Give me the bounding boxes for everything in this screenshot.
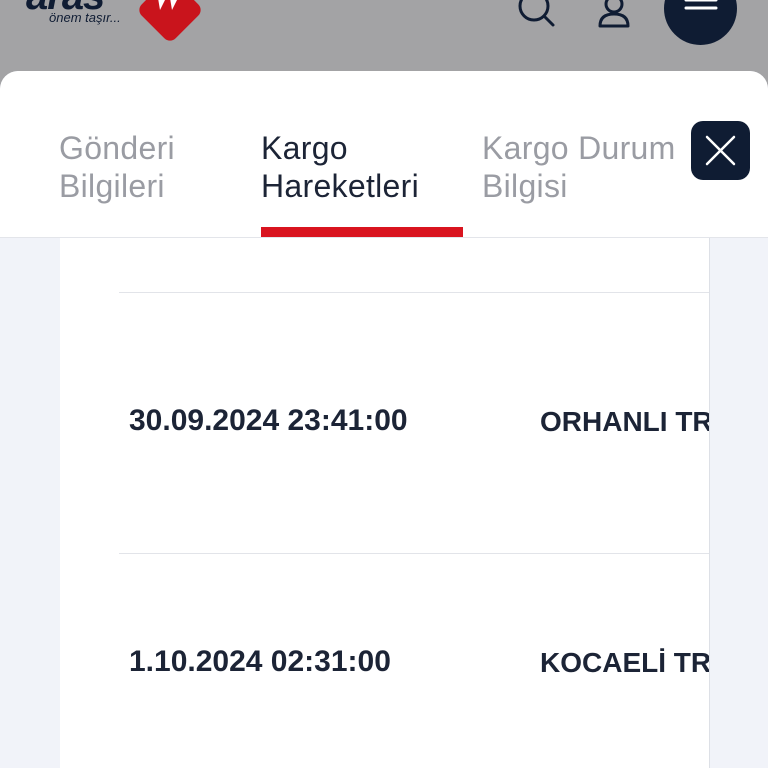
close-icon xyxy=(705,135,736,166)
tab-gonderi-bilgileri[interactable]: Gönderi Bilgileri xyxy=(59,129,175,205)
shipment-details-sheet: Gönderi Bilgileri Kargo Hareketleri Karg… xyxy=(0,71,768,768)
search-icon[interactable] xyxy=(516,0,556,30)
row-divider xyxy=(119,553,709,554)
logo-tagline: önem taşır... xyxy=(49,10,121,25)
movement-location: KOCAELİ TR xyxy=(540,647,710,678)
tab-kargo-hareketleri[interactable]: Kargo Hareketleri xyxy=(261,129,419,205)
menu-button[interactable] xyxy=(664,0,737,45)
movement-location: ORHANLI TR xyxy=(540,406,710,437)
site-header: aras önem taşır... xyxy=(0,0,768,70)
row-divider xyxy=(119,292,709,293)
active-tab-indicator xyxy=(261,227,463,237)
menu-icon xyxy=(684,0,718,10)
tab-bar: Gönderi Bilgileri Kargo Hareketleri Karg… xyxy=(0,71,768,238)
movements-table: 30.09.2024 23:41:00 ORHANLI TR 1.10.2024… xyxy=(60,238,710,768)
user-icon[interactable] xyxy=(596,0,632,30)
movement-datetime: 1.10.2024 02:31:00 xyxy=(129,645,391,678)
movement-datetime: 30.09.2024 23:41:00 xyxy=(129,404,408,437)
close-button[interactable] xyxy=(691,121,750,180)
logo-mark-icon xyxy=(139,0,201,41)
tab-kargo-durum-bilgisi[interactable]: Kargo Durum Bilgisi xyxy=(482,129,702,205)
